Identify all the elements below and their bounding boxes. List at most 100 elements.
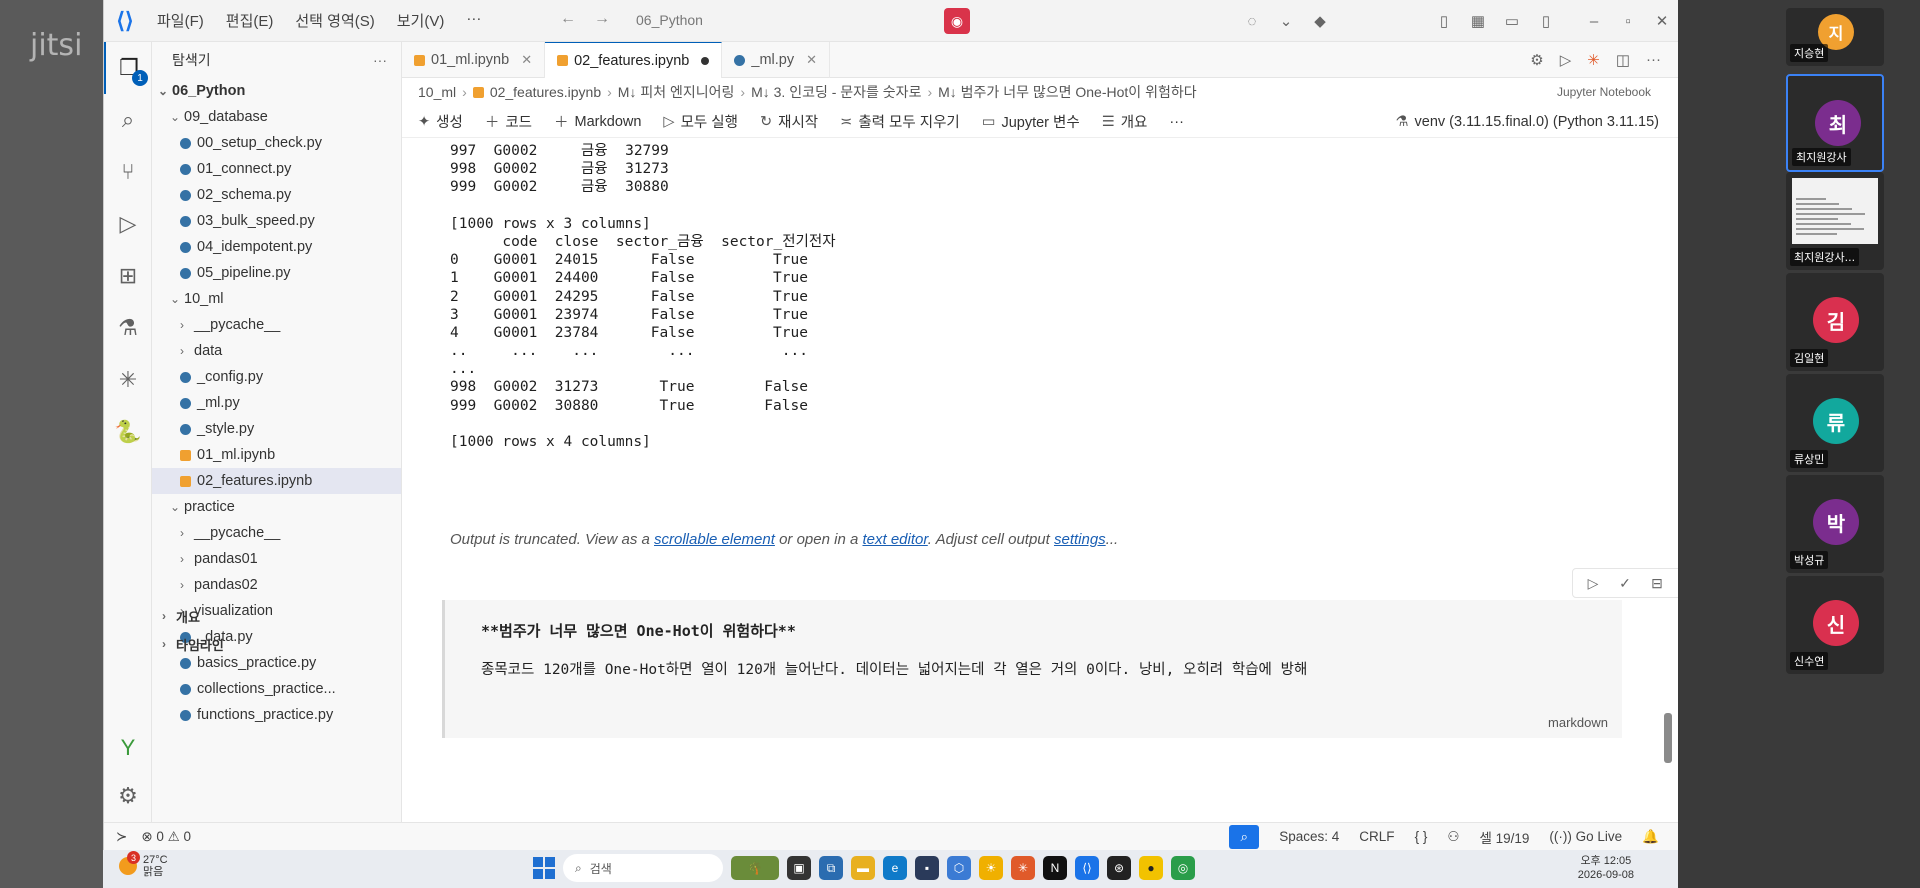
- jupyter-variables-button[interactable]: ▭ Jupyter 변수: [982, 111, 1080, 132]
- run-all-button[interactable]: ▷ 모두 실행: [663, 111, 738, 132]
- settings-gear-icon[interactable]: ⚙: [104, 770, 152, 822]
- text-editor-link[interactable]: text editor: [862, 531, 927, 548]
- chatgpt-icon[interactable]: ⊛: [1107, 856, 1131, 880]
- cell-position-status[interactable]: 셀 19/19: [1479, 827, 1529, 847]
- kakaotalk-icon[interactable]: ●: [1139, 856, 1163, 880]
- problems-status[interactable]: ⊗ 0 ⚠ 0: [141, 829, 191, 845]
- toggle-secondary-icon[interactable]: ▯: [1529, 12, 1563, 30]
- breadcrumb-item[interactable]: 10_ml: [418, 84, 456, 100]
- tree-item[interactable]: 02_schema.py: [152, 182, 401, 208]
- language-braces-status[interactable]: { }: [1415, 829, 1428, 844]
- toggle-panel-icon[interactable]: ▭: [1495, 12, 1529, 30]
- kernel-picker[interactable]: ⚗ venv (3.11.15.final.0) (Python 3.11.15): [1396, 114, 1660, 130]
- claude-icon[interactable]: ✳: [1011, 856, 1035, 880]
- tree-item[interactable]: 01_connect.py: [152, 156, 401, 182]
- tree-item[interactable]: _config.py: [152, 364, 401, 390]
- y-extension-icon[interactable]: Y: [104, 722, 152, 774]
- tree-item[interactable]: _style.py: [152, 416, 401, 442]
- cell-language-label[interactable]: markdown: [1548, 715, 1608, 730]
- task-view-icon[interactable]: ▣: [787, 856, 811, 880]
- tree-item[interactable]: › __pycache__: [152, 312, 401, 338]
- chrome-icon[interactable]: ◎: [1171, 856, 1195, 880]
- generate-button[interactable]: ✦ 생성: [418, 111, 463, 132]
- unsaved-dot-icon[interactable]: [701, 56, 710, 65]
- windows-start-icon[interactable]: [533, 857, 555, 879]
- add-code-button[interactable]: ＋ 코드: [485, 111, 532, 132]
- participant-tile[interactable]: 김 김일현: [1786, 273, 1884, 371]
- scrollable-element-link[interactable]: scrollable element: [654, 531, 775, 548]
- tree-item[interactable]: ⌄ 09_database: [152, 104, 401, 130]
- menu-edit[interactable]: 편집(E): [215, 10, 285, 31]
- split-editor-icon[interactable]: ◫: [1616, 51, 1630, 69]
- back-arrow-icon[interactable]: ←: [560, 10, 576, 28]
- maximize-icon[interactable]: ▫: [1611, 13, 1645, 30]
- tree-item[interactable]: ⌄ practice: [152, 494, 401, 520]
- more-button[interactable]: ···: [1169, 114, 1184, 130]
- accounts-icon[interactable]: ◆: [1303, 12, 1337, 30]
- tab-ml-py[interactable]: _ml.py ✕: [722, 42, 830, 78]
- store-icon[interactable]: ⧉: [819, 856, 843, 880]
- widget-landscape-icon[interactable]: 🌴: [731, 856, 779, 880]
- tree-item[interactable]: 03_bulk_speed.py: [152, 208, 401, 234]
- weather-widget[interactable]: 3 27°C 맑음: [119, 851, 168, 878]
- outline-section[interactable]: › 개요: [152, 602, 402, 630]
- breadcrumb-item[interactable]: M↓ 3. 인코딩 - 문자를 숫자로: [751, 82, 921, 102]
- check-icon[interactable]: ✓: [1613, 575, 1637, 592]
- tree-item[interactable]: › pandas02: [152, 572, 401, 598]
- settings-link[interactable]: settings: [1054, 531, 1106, 548]
- gear-icon[interactable]: ⚙: [1530, 51, 1543, 69]
- timeline-section[interactable]: › 타임라인: [152, 630, 402, 658]
- participant-tile[interactable]: 신 신수연: [1786, 576, 1884, 674]
- breadcrumb-item[interactable]: M↓ 범주가 너무 많으면 One-Hot이 위험하다: [938, 82, 1196, 102]
- breadcrumb-item[interactable]: 02_features.ipynb: [490, 84, 601, 100]
- markdown-cell[interactable]: **범주가 너무 많으면 One-Hot이 위험하다** 종목코드 120개를 …: [442, 600, 1622, 738]
- participant-tile[interactable]: 류 류상민: [1786, 374, 1884, 472]
- copilot-spark-icon[interactable]: ✳: [1587, 51, 1600, 69]
- window-title[interactable]: 06_Python: [636, 12, 703, 28]
- app-icon[interactable]: ▪: [915, 856, 939, 880]
- file-explorer-icon[interactable]: ▬: [851, 856, 875, 880]
- close-icon[interactable]: ✕: [521, 52, 532, 68]
- tree-item[interactable]: 02_features.ipynb: [152, 468, 401, 494]
- python-icon[interactable]: 🐍: [104, 406, 152, 458]
- indentation-status[interactable]: Spaces: 4: [1279, 829, 1339, 844]
- extensions-icon[interactable]: ⊞: [104, 250, 152, 302]
- participant-tile[interactable]: 최 최지원강사: [1786, 74, 1884, 172]
- workspace-root[interactable]: ⌄ 06_Python: [152, 78, 401, 104]
- copilot-icon[interactable]: ◌: [1235, 13, 1269, 30]
- add-markdown-button[interactable]: ＋ Markdown: [554, 111, 641, 132]
- source-control-icon[interactable]: ⑂: [104, 146, 152, 198]
- kernel-type-label[interactable]: Jupyter Notebook: [1557, 85, 1651, 99]
- breadcrumb-item[interactable]: M↓ 피처 엔지니어링: [618, 82, 735, 102]
- menu-more[interactable]: ···: [455, 10, 492, 31]
- run-debug-icon[interactable]: ▷: [104, 198, 152, 250]
- tree-item[interactable]: › __pycache__: [152, 520, 401, 546]
- record-icon[interactable]: ◉: [944, 8, 970, 34]
- tree-item[interactable]: › data: [152, 338, 401, 364]
- copilot-spark-icon[interactable]: ✳: [104, 354, 152, 406]
- taskbar-search[interactable]: ⌕ 검색: [563, 854, 723, 882]
- outline-button[interactable]: ☰ 개요: [1102, 111, 1148, 132]
- toggle-sidebar-icon[interactable]: ▯: [1427, 12, 1461, 30]
- scrollbar-thumb[interactable]: [1664, 713, 1672, 763]
- copilot-status-icon[interactable]: ⚇: [1447, 829, 1459, 845]
- tree-item[interactable]: collections_practice...: [152, 676, 401, 702]
- more-actions-icon[interactable]: ···: [373, 52, 387, 68]
- forward-arrow-icon[interactable]: →: [594, 10, 610, 28]
- tree-item[interactable]: 00_setup_check.py: [152, 130, 401, 156]
- close-window-icon[interactable]: ✕: [1645, 12, 1678, 30]
- tree-item[interactable]: _ml.py: [152, 390, 401, 416]
- tree-item[interactable]: 04_idempotent.py: [152, 234, 401, 260]
- weather-app-icon[interactable]: ☀: [979, 856, 1003, 880]
- split-cell-icon[interactable]: ⊟: [1645, 575, 1669, 592]
- explorer-icon[interactable]: ❐ 1: [104, 42, 152, 94]
- tree-item[interactable]: 01_ml.ipynb: [152, 442, 401, 468]
- remote-desktop-icon[interactable]: ⬡: [947, 856, 971, 880]
- participant-tile[interactable]: 박 박성규: [1786, 475, 1884, 573]
- menu-selection[interactable]: 선택 영역(S): [284, 10, 385, 31]
- layout-icon[interactable]: ▦: [1461, 12, 1495, 30]
- tree-item[interactable]: › pandas01: [152, 546, 401, 572]
- more-actions-icon[interactable]: ···: [1646, 51, 1661, 68]
- notion-icon[interactable]: N: [1043, 856, 1067, 880]
- tab-02-features[interactable]: 02_features.ipynb: [545, 42, 723, 78]
